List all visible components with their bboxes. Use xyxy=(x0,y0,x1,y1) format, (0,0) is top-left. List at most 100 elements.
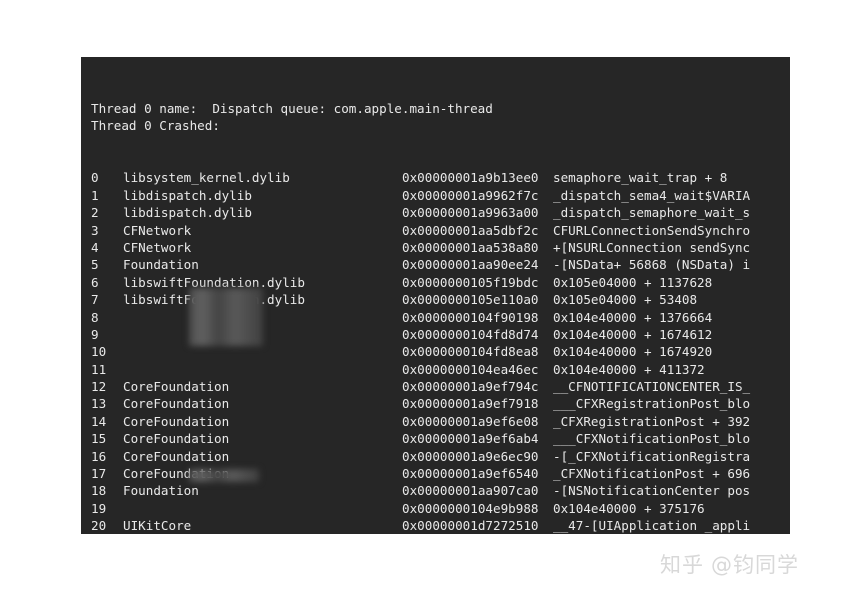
frame-binary-name: libswiftFoundation.dylib xyxy=(123,292,305,308)
frame-address: 0x00000001aa90ee24 xyxy=(402,257,539,273)
frame-address: 0x00000001aa5dbf2c xyxy=(402,222,539,238)
frame-symbol: ___CFXRegistrationPost_blo xyxy=(553,396,751,412)
frame-address: 0x0000000104ea46ec xyxy=(402,361,539,377)
frame-address: 0x0000000104fd8d74 xyxy=(402,326,539,342)
frame-index: 19 xyxy=(91,500,107,516)
frame-index: 17 xyxy=(91,466,107,482)
crash-log-header: Thread 0 name: Dispatch queue: com.apple… xyxy=(81,100,790,135)
frame-binary-name: Foundation xyxy=(123,483,199,499)
frame-address: 0x00000001a9e6ec90 xyxy=(402,448,539,464)
frame-symbol: _CFXNotificationPost + 696 xyxy=(553,466,751,482)
frame-index: 2 xyxy=(91,205,99,221)
frame-symbol: -[NSNotificationCenter pos xyxy=(553,483,751,499)
frame-index: 0 xyxy=(91,170,99,186)
crash-frame-row: 0 libsystem_kernel.dylib 0x00000001a9b13ee… xyxy=(81,169,790,186)
frame-address: 0x00000001a9ef7918 xyxy=(402,396,539,412)
frame-address: 0x0000000104f90198 xyxy=(402,309,539,325)
frame-address: 0x00000001aa538a80 xyxy=(402,239,539,255)
frame-binary-name: libdispatch.dylib xyxy=(123,205,252,221)
watermark-site-label: 知乎 xyxy=(660,553,704,577)
frame-symbol: __CFNOTIFICATIONCENTER_IS_ xyxy=(553,379,751,395)
crash-frame-row: 4 CFNetwork 0x00000001aa538a80 +[NSURLConne… xyxy=(81,239,790,256)
frame-index: 14 xyxy=(91,413,107,429)
frame-binary-name: CoreFoundation xyxy=(123,379,230,395)
crash-log-frame-list: 0 libsystem_kernel.dylib 0x00000001a9b13ee… xyxy=(81,169,790,534)
frame-index: 1 xyxy=(91,187,99,203)
frame-index: 5 xyxy=(91,257,99,273)
frame-symbol: 0x105e04000 + 1137628 xyxy=(553,274,713,290)
frame-address: 0x00000001a9962f7c xyxy=(402,187,539,203)
crash-frame-row: 8 0x0000000104f90198 0x104e40000 + 1376664 xyxy=(81,309,790,326)
frame-symbol: _dispatch_sema4_wait$VARIA xyxy=(553,187,751,203)
frame-address: 0x00000001aa907ca0 xyxy=(402,483,539,499)
frame-binary-name: UIKitCore xyxy=(123,518,192,534)
frame-index: 13 xyxy=(91,396,107,412)
frame-symbol: +[NSURLConnection sendSync xyxy=(553,239,751,255)
frame-index: 8 xyxy=(91,309,99,325)
crash-frame-row: 3 CFNetwork 0x00000001aa5dbf2c CFURLConnect… xyxy=(81,222,790,239)
frame-symbol: 0x104e40000 + 1376664 xyxy=(553,309,713,325)
frame-index: 18 xyxy=(91,483,107,499)
frame-symbol: CFURLConnectionSendSynchro xyxy=(553,222,751,238)
crash-frame-row: 11 0x0000000104ea46ec 0x104e40000 + 411372 xyxy=(81,361,790,378)
frame-index: 12 xyxy=(91,379,107,395)
frame-symbol: _CFXRegistrationPost + 392 xyxy=(553,413,751,429)
frame-binary-name: CoreFoundation xyxy=(123,413,230,429)
crash-log-header-line: Thread 0 Crashed: xyxy=(91,118,220,134)
frame-address: 0x00000001a9963a00 xyxy=(402,205,539,221)
crash-log-panel: Thread 0 name: Dispatch queue: com.apple… xyxy=(81,57,790,534)
frame-index: 20 xyxy=(91,518,107,534)
crash-frame-row: 16 CoreFoundation 0x00000001a9e6ec90 -[_CFX… xyxy=(81,448,790,465)
frame-symbol: 0x105e04000 + 53408 xyxy=(553,292,698,308)
frame-address: 0x00000001d7272510 xyxy=(402,518,539,534)
frame-binary-name: CoreFoundation xyxy=(123,396,230,412)
crash-frame-row: 17 CoreFoundation 0x00000001a9ef6540 _CFXNo… xyxy=(81,465,790,482)
crash-log-header-line: Thread 0 name: Dispatch queue: com.apple… xyxy=(91,100,493,116)
frame-index: 4 xyxy=(91,239,99,255)
frame-symbol: _dispatch_semaphore_wait_s xyxy=(553,205,751,221)
frame-binary-name: CoreFoundation xyxy=(123,431,230,447)
frame-binary-name: libswiftFoundation.dylib xyxy=(123,274,305,290)
frame-symbol: __47-[UIApplication _appli xyxy=(553,518,751,534)
frame-symbol: -[NSData+ 56868 (NSData) i xyxy=(553,257,751,273)
frame-symbol: 0x104e40000 + 411372 xyxy=(553,361,705,377)
frame-symbol: semaphore_wait_trap + 8 xyxy=(553,170,728,186)
frame-index: 6 xyxy=(91,274,99,290)
frame-index: 10 xyxy=(91,344,107,360)
frame-address: 0x00000001a9b13ee0 xyxy=(402,170,539,186)
crash-frame-row: 7 libswiftFoundation.dylib 0x0000000105e11… xyxy=(81,291,790,308)
frame-binary-name: CoreFoundation xyxy=(123,448,230,464)
frame-symbol: 0x104e40000 + 1674612 xyxy=(553,326,713,342)
crash-frame-row: 9 0x0000000104fd8d74 0x104e40000 + 1674612 xyxy=(81,326,790,343)
frame-binary-name: CFNetwork xyxy=(123,239,192,255)
frame-address: 0x0000000104e9b988 xyxy=(402,500,539,516)
frame-index: 16 xyxy=(91,448,107,464)
frame-address: 0x00000001a9ef6ab4 xyxy=(402,431,539,447)
frame-symbol: ___CFXNotificationPost_blo xyxy=(553,431,751,447)
frame-index: 15 xyxy=(91,431,107,447)
frame-index: 9 xyxy=(91,326,99,342)
frame-index: 3 xyxy=(91,222,99,238)
frame-address: 0x0000000104fd8ea8 xyxy=(402,344,539,360)
watermark: 知乎 @钧同学 xyxy=(660,549,840,579)
frame-symbol: -[_CFXNotificationRegistra xyxy=(553,448,751,464)
frame-index: 7 xyxy=(91,292,99,308)
frame-address: 0x00000001a9ef794c xyxy=(402,379,539,395)
crash-frame-row: 5 Foundation 0x00000001aa90ee24 -[NSData+ 5… xyxy=(81,256,790,273)
frame-index: 11 xyxy=(91,361,107,377)
crash-frame-row: 10 0x0000000104fd8ea8 0x104e40000 + 167492… xyxy=(81,343,790,360)
frame-binary-name: libdispatch.dylib xyxy=(123,187,252,203)
frame-binary-name: libsystem_kernel.dylib xyxy=(123,170,290,186)
crash-frame-row: 14 CoreFoundation 0x00000001a9ef6e08 _CFXRe… xyxy=(81,413,790,430)
frame-address: 0x00000001a9ef6e08 xyxy=(402,413,539,429)
frame-binary-name: CoreFoundation xyxy=(123,466,230,482)
crash-frame-row: 20 UIKitCore 0x00000001d7272510 __47-[UIApp… xyxy=(81,517,790,534)
crash-frame-row: 18 Foundation 0x00000001aa907ca0 -[NSNotifi… xyxy=(81,482,790,499)
frame-binary-name: Foundation xyxy=(123,257,199,273)
crash-frame-row: 19 0x0000000104e9b988 0x104e40000 + 375176 xyxy=(81,500,790,517)
crash-frame-row: 12 CoreFoundation 0x00000001a9ef794c __CFNO… xyxy=(81,378,790,395)
crash-frame-row: 1 libdispatch.dylib 0x00000001a9962f7c _dis… xyxy=(81,187,790,204)
crash-frame-row: 13 CoreFoundation 0x00000001a9ef7918 ___CFX… xyxy=(81,395,790,412)
frame-symbol: 0x104e40000 + 375176 xyxy=(553,500,705,516)
crash-log-lines: Thread 0 name: Dispatch queue: com.apple… xyxy=(81,65,790,534)
